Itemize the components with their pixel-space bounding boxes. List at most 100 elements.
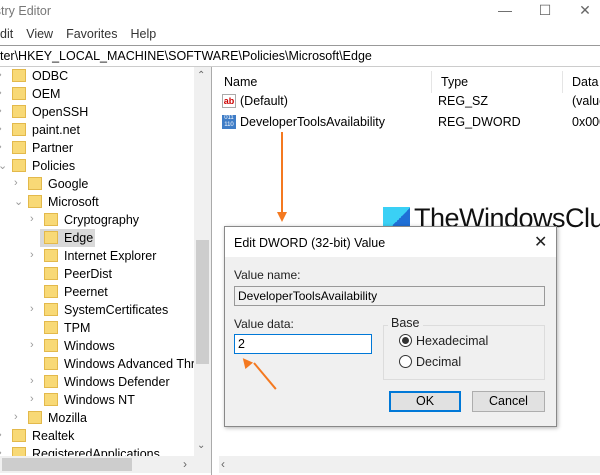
menu-bar: dit View Favorites Help bbox=[0, 24, 156, 44]
tree-item[interactable]: Windows bbox=[40, 337, 117, 355]
address-bar[interactable]: ter\HKEY_LOCAL_MACHINE\SOFTWARE\Policies… bbox=[0, 45, 600, 67]
tree-item[interactable]: paint.net bbox=[8, 121, 82, 139]
folder-icon bbox=[44, 339, 58, 352]
expand-chevron-icon[interactable]: › bbox=[14, 411, 24, 423]
value-type: REG_SZ bbox=[438, 94, 489, 108]
tree-item[interactable]: Partner bbox=[8, 139, 75, 157]
expand-chevron-icon[interactable]: › bbox=[30, 339, 40, 351]
folder-icon bbox=[44, 285, 58, 298]
dialog-close-icon[interactable]: ✕ bbox=[534, 232, 547, 252]
tree-item[interactable]: TPM bbox=[40, 319, 92, 337]
base-label: Base bbox=[388, 316, 423, 330]
tree-item-label: ODBC bbox=[32, 69, 69, 83]
tree-item[interactable]: Cryptography bbox=[40, 211, 141, 229]
tree-item-label: Internet Explorer bbox=[64, 249, 157, 263]
close-button[interactable]: ✕ bbox=[565, 0, 600, 22]
value-name: (Default) bbox=[240, 94, 288, 108]
expand-chevron-icon[interactable]: › bbox=[14, 177, 24, 189]
decimal-radio[interactable] bbox=[399, 355, 412, 368]
menu-view[interactable]: View bbox=[26, 24, 53, 44]
tree-item[interactable]: Internet Explorer bbox=[40, 247, 158, 265]
tree-item[interactable]: Windows Defender bbox=[40, 373, 172, 391]
tree-item-label: Windows bbox=[64, 339, 115, 353]
tree-item-label: PeerDist bbox=[64, 267, 112, 281]
tree-item-label: OEM bbox=[32, 87, 61, 101]
column-name[interactable]: Name bbox=[215, 71, 432, 93]
tree-item[interactable]: Microsoft bbox=[24, 193, 101, 211]
hexadecimal-label[interactable]: Hexadecimal bbox=[416, 334, 488, 348]
expand-chevron-icon[interactable]: › bbox=[0, 87, 8, 99]
column-type[interactable]: Type bbox=[432, 71, 563, 93]
tree-item[interactable]: Realtek bbox=[8, 427, 76, 445]
binary-value-icon: 011 110 bbox=[222, 115, 236, 129]
expand-chevron-icon[interactable]: › bbox=[0, 69, 8, 81]
tree-item[interactable]: OEM bbox=[8, 85, 62, 103]
annotation-arrow-shaft bbox=[281, 132, 283, 214]
menu-edit[interactable]: dit bbox=[0, 24, 13, 44]
tree-item-label: Windows Defender bbox=[64, 375, 170, 389]
expand-chevron-icon[interactable]: › bbox=[0, 105, 8, 117]
value-data-input[interactable]: 2 bbox=[234, 334, 372, 354]
tree-item-label: Windows Advanced Threat bbox=[64, 357, 212, 371]
folder-icon bbox=[44, 231, 58, 244]
tree-item[interactable]: SystemCertificates bbox=[40, 301, 170, 319]
folder-icon bbox=[44, 267, 58, 280]
collapse-chevron-icon[interactable]: ⌄ bbox=[14, 195, 24, 208]
collapse-chevron-icon[interactable]: ⌄ bbox=[0, 159, 8, 172]
folder-icon bbox=[44, 357, 58, 370]
scroll-down-icon[interactable]: ⌄ bbox=[197, 440, 205, 451]
value-data: (value bbox=[572, 94, 600, 108]
registry-tree: ODBC › OEM › OpenSSH › paint.net › Partner › Polic… bbox=[0, 67, 212, 475]
tree-item[interactable]: OpenSSH bbox=[8, 103, 90, 121]
folder-icon bbox=[28, 177, 42, 190]
maximize-button[interactable]: ☐ bbox=[525, 0, 565, 22]
expand-chevron-icon[interactable]: › bbox=[30, 249, 40, 261]
tree-item-label: Google bbox=[48, 177, 89, 191]
folder-icon bbox=[44, 249, 58, 262]
folder-icon bbox=[12, 69, 26, 82]
tree-item-label: Microsoft bbox=[48, 195, 99, 209]
value-data: 0x000 bbox=[572, 115, 600, 129]
expand-chevron-icon[interactable]: › bbox=[0, 429, 8, 441]
tree-item[interactable]: Edge bbox=[40, 229, 96, 247]
ok-button[interactable]: OK bbox=[389, 391, 461, 412]
folder-icon bbox=[12, 429, 26, 442]
annotation-arrow-head-icon bbox=[277, 212, 287, 222]
tree-hscroll-thumb[interactable] bbox=[2, 458, 132, 471]
expand-chevron-icon[interactable]: › bbox=[0, 123, 8, 135]
scroll-up-icon[interactable]: ⌃ bbox=[197, 70, 205, 81]
folder-icon bbox=[44, 393, 58, 406]
tree-item[interactable]: Mozilla bbox=[24, 409, 89, 427]
tree-scroll-thumb[interactable] bbox=[196, 240, 209, 364]
expand-chevron-icon[interactable]: › bbox=[30, 303, 40, 315]
tree-item[interactable]: Google bbox=[24, 175, 90, 193]
tree-item-label: paint.net bbox=[32, 123, 80, 137]
expand-chevron-icon[interactable]: › bbox=[30, 393, 40, 405]
tree-item[interactable]: Peernet bbox=[40, 283, 110, 301]
hexadecimal-radio[interactable] bbox=[399, 334, 412, 347]
tree-item[interactable]: PeerDist bbox=[40, 265, 114, 283]
expand-chevron-icon[interactable]: › bbox=[30, 375, 40, 387]
decimal-label[interactable]: Decimal bbox=[416, 355, 461, 369]
expand-chevron-icon[interactable]: › bbox=[0, 141, 8, 153]
edit-dword-dialog: Edit DWORD (32-bit) Value ✕ Value name: … bbox=[224, 226, 557, 427]
expand-chevron-icon[interactable]: › bbox=[30, 213, 40, 225]
menu-favorites[interactable]: Favorites bbox=[66, 24, 117, 44]
menu-help[interactable]: Help bbox=[130, 24, 156, 44]
cancel-button[interactable]: Cancel bbox=[472, 391, 545, 412]
scroll-left-icon[interactable]: ‹ bbox=[221, 458, 225, 470]
value-type: REG_DWORD bbox=[438, 115, 521, 129]
tree-item-label: Policies bbox=[32, 159, 76, 173]
tree-item[interactable]: Windows NT bbox=[40, 391, 137, 409]
minimize-button[interactable]: — bbox=[485, 0, 525, 22]
folder-icon bbox=[12, 87, 26, 100]
folder-icon bbox=[28, 195, 42, 208]
scroll-right-icon[interactable]: › bbox=[183, 457, 187, 471]
tree-item[interactable]: Windows Advanced Threat bbox=[40, 355, 212, 373]
tree-item[interactable]: ODBC bbox=[8, 67, 70, 85]
tree-item[interactable]: Policies bbox=[8, 157, 77, 175]
tree-item-label: Windows NT bbox=[64, 393, 135, 407]
column-data[interactable]: Data bbox=[563, 71, 600, 93]
values-horizontal-scrollbar[interactable] bbox=[219, 456, 600, 473]
value-name-field[interactable]: DeveloperToolsAvailability bbox=[234, 286, 545, 306]
